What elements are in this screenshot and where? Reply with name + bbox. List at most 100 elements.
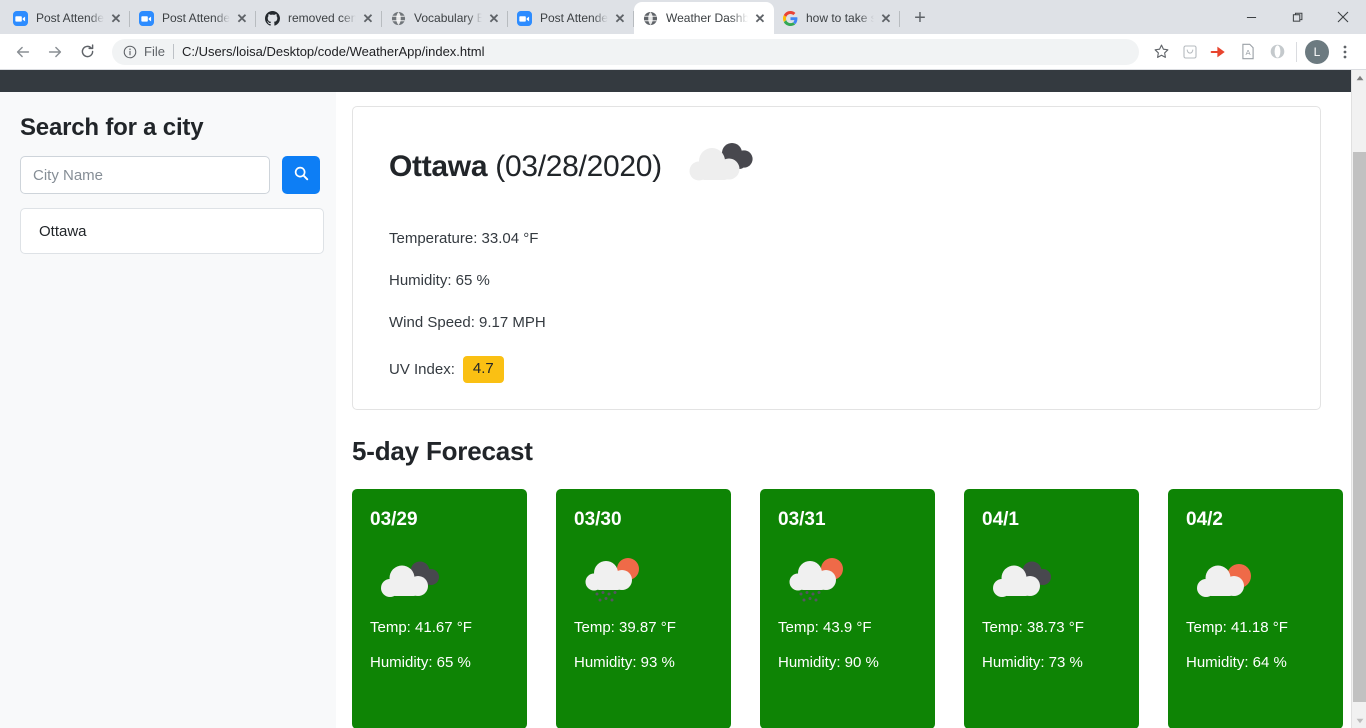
forecast-card-3: 04/1 Temp: 38.73 °F Humidity: 73 % [964, 488, 1139, 728]
zoom-icon [138, 10, 154, 26]
sidebar-heading: Search for a city [20, 114, 204, 141]
tab-divider [899, 11, 900, 27]
pdf-icon[interactable]: A [1235, 39, 1261, 65]
zoom-icon [516, 10, 532, 26]
broken-clouds-icon [684, 137, 758, 196]
github-icon [264, 10, 280, 26]
tab-title: removed center-al [288, 11, 356, 25]
tab-title: Post Attendee - Zo [36, 11, 104, 25]
scroll-down-arrow-icon[interactable] [1352, 713, 1366, 728]
adobe-acrobat-icon[interactable] [1206, 39, 1232, 65]
sun-rain-clouds-icon [574, 541, 713, 619]
tab-title: Post Attendee - Zo [540, 11, 608, 25]
tab-title: Vocabulary Builder [414, 11, 482, 25]
status-badge: 4.7 [462, 356, 504, 383]
globe-icon [390, 10, 406, 26]
browser-tab-2[interactable]: Post Attendee - Zo ✕ [130, 2, 256, 34]
bookmark-star-icon[interactable] [1148, 39, 1174, 65]
forecast-humidity: Humidity: 90 % [778, 653, 879, 671]
tab-close-button[interactable]: ✕ [878, 10, 894, 26]
zoom-icon [12, 10, 28, 26]
forecast-humidity: Humidity: 65 % [370, 653, 471, 671]
current-wind-speed: Wind Speed: 9.17 MPH [389, 314, 546, 331]
forecast-heading: 5-day Forecast [352, 435, 533, 466]
back-arrow-icon[interactable] [8, 37, 38, 67]
sun-rain-clouds-icon [778, 541, 917, 619]
search-icon [293, 165, 310, 185]
avatar[interactable]: L [1305, 39, 1329, 64]
minimize-button[interactable] [1228, 0, 1274, 34]
google-icon [782, 10, 798, 26]
page-scrollbar[interactable] [1351, 70, 1366, 728]
search-button[interactable] [282, 156, 320, 194]
tab-close-button[interactable]: ✕ [612, 10, 628, 26]
new-tab-button[interactable]: + [906, 4, 934, 32]
browser-window: Post Attendee - Zo ✕ Post Attendee - Zo … [0, 0, 1366, 728]
forecast-card-0: 03/29 Temp: 41.67 °F Humidity: 65 % [352, 488, 527, 728]
forecast-temp: Temp: 43.9 °F [778, 618, 872, 636]
tab-close-button[interactable]: ✕ [234, 10, 250, 26]
app-content: Search for a city Ottawa [0, 92, 1351, 728]
forecast-temp: Temp: 38.73 °F [982, 618, 1084, 636]
tab-title: Post Attendee - Zo [162, 11, 230, 25]
current-city: Ottawa [389, 149, 488, 183]
tab-close-button[interactable]: ✕ [360, 10, 376, 26]
app-navbar [0, 70, 1351, 92]
reload-icon[interactable] [72, 37, 102, 67]
tab-title: Weather Dashboa [666, 11, 748, 25]
window-controls [1228, 0, 1366, 34]
main-panel: Ottawa (03/28/2020) Temperature: 33.04 °… [336, 92, 1351, 728]
globe-icon [642, 10, 658, 26]
info-circle-icon[interactable] [122, 44, 138, 60]
forward-arrow-icon[interactable] [40, 37, 70, 67]
forecast-date: 04/1 [982, 508, 1019, 530]
search-sidebar: Search for a city Ottawa [0, 92, 336, 728]
search-row [20, 156, 320, 194]
forecast-temp: Temp: 41.18 °F [1186, 618, 1288, 636]
forecast-temp: Temp: 41.67 °F [370, 618, 472, 636]
address-bar[interactable]: File C:/Users/loisa/Desktop/code/Weather… [112, 38, 1139, 65]
page-viewport: Search for a city Ottawa [0, 70, 1366, 728]
svg-text:A: A [1245, 48, 1251, 57]
forecast-date: 03/29 [370, 508, 418, 530]
browser-tab-5[interactable]: Post Attendee - Zo ✕ [508, 2, 634, 34]
search-history-list: Ottawa [20, 208, 324, 254]
current-uv-index-row: UV Index: 4.7 [389, 356, 1284, 383]
forecast-date: 04/2 [1186, 508, 1223, 530]
weather-app: Search for a city Ottawa [0, 70, 1351, 728]
toolbar-divider [1296, 41, 1297, 62]
scroll-up-arrow-icon[interactable] [1352, 70, 1366, 85]
sun-clouds-icon [1186, 541, 1325, 619]
tab-close-button[interactable]: ✕ [108, 10, 124, 26]
opera-extension-icon[interactable] [1264, 39, 1290, 65]
extension-icon[interactable] [1177, 39, 1203, 65]
maximize-restore-button[interactable] [1274, 0, 1320, 34]
tab-close-button[interactable]: ✕ [486, 10, 502, 26]
search-input[interactable] [20, 156, 271, 194]
scrollbar-thumb[interactable] [1353, 152, 1366, 702]
tab-close-button[interactable]: ✕ [752, 10, 768, 26]
browser-tab-7[interactable]: how to take screen ✕ [774, 2, 900, 34]
forecast-card-1: 03/30 Temp: 39.87 °F Humidity: 93 % [556, 488, 731, 728]
current-weather-card: Ottawa (03/28/2020) Temperature: 33.04 °… [352, 106, 1321, 410]
browser-toolbar: File C:/Users/loisa/Desktop/code/Weather… [0, 34, 1366, 70]
forecast-date: 03/31 [778, 508, 826, 530]
url-scheme-label: File [144, 44, 165, 59]
browser-tab-active-weather-dashboard[interactable]: Weather Dashboa ✕ [634, 2, 774, 34]
close-window-button[interactable] [1320, 0, 1366, 34]
history-item-ottawa[interactable]: Ottawa [20, 208, 324, 254]
forecast-humidity: Humidity: 93 % [574, 653, 675, 671]
browser-tab-3[interactable]: removed center-al ✕ [256, 2, 382, 34]
forecast-date: 03/30 [574, 508, 622, 530]
current-weather-header: Ottawa (03/28/2020) [389, 137, 1284, 196]
url-text: C:/Users/loisa/Desktop/code/WeatherApp/i… [181, 44, 485, 59]
broken-clouds-icon [982, 541, 1121, 619]
page-title: Ottawa (03/28/2020) [389, 150, 662, 184]
kebab-menu-icon[interactable] [1332, 39, 1358, 65]
broken-clouds-icon [370, 541, 509, 619]
browser-tab-1[interactable]: Post Attendee - Zo ✕ [4, 2, 130, 34]
browser-tab-4[interactable]: Vocabulary Builder ✕ [382, 2, 508, 34]
forecast-card-4: 04/2 Temp: 41.18 °F Humidity: 64 % [1168, 488, 1343, 728]
forecast-humidity: Humidity: 64 % [1186, 653, 1287, 671]
uv-index-label: UV Index: [389, 360, 455, 378]
